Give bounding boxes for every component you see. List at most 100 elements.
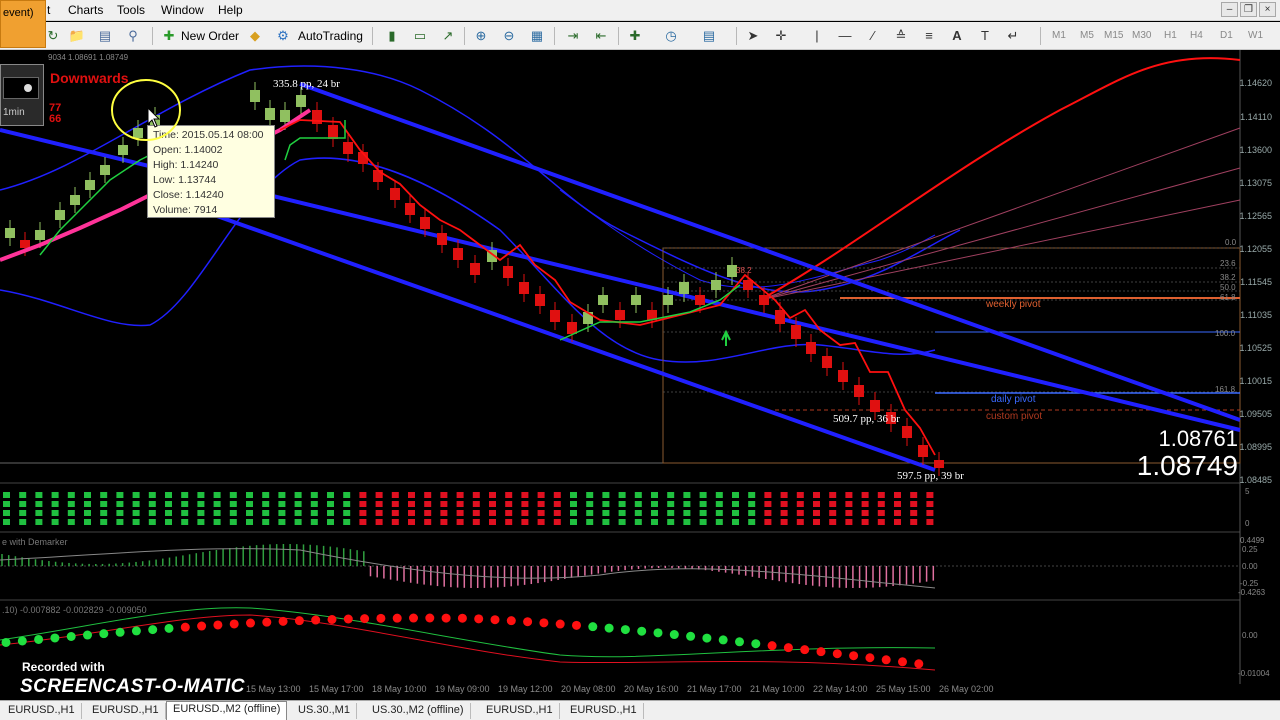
candle (328, 125, 338, 139)
signal-block (213, 510, 221, 516)
candle (918, 445, 928, 457)
bar-chart-icon[interactable]: ▮ (383, 27, 401, 45)
signal-dot (474, 614, 484, 624)
signal-dot (718, 635, 728, 645)
signal-block (521, 492, 529, 498)
magnifier-icon[interactable]: ⚲ (124, 27, 142, 45)
time-tick: 21 May 17:00 (687, 684, 742, 694)
signal-block (359, 492, 367, 498)
candle (806, 342, 816, 354)
signal-block (602, 492, 610, 498)
candlestick-icon[interactable]: ▭ (411, 27, 429, 45)
recorder-panel[interactable]: 1min (0, 64, 44, 126)
text-icon[interactable]: A (948, 27, 966, 45)
tab-eurusd-h1[interactable]: EURUSD.,H1 (480, 703, 560, 719)
vertical-line-icon[interactable]: | (808, 27, 826, 45)
signal-block (51, 519, 59, 525)
timeframe-h4[interactable]: H4 (1190, 30, 1203, 41)
new-order-button[interactable]: New Order (181, 29, 239, 43)
signal-block (116, 492, 124, 498)
signal-block (408, 510, 415, 516)
signal-block (440, 519, 448, 525)
event-panel-text: event) (3, 7, 34, 19)
periods-icon[interactable]: ◷ (662, 27, 680, 45)
cursor-icon[interactable]: ➤ (744, 27, 762, 45)
line-chart-icon[interactable]: ↗ (439, 27, 457, 45)
event-panel[interactable]: event) (0, 0, 46, 48)
metaeditor-icon[interactable]: ◆ (246, 27, 264, 45)
signal-block (197, 492, 205, 498)
menu-item-tools[interactable]: Tools (117, 3, 145, 17)
up-arrow-icon (721, 329, 731, 346)
arrows-icon[interactable]: ↵ (1004, 27, 1022, 45)
horizontal-line-icon[interactable]: — (836, 27, 854, 45)
signal-block (861, 519, 869, 525)
close-icon[interactable]: × (1259, 2, 1276, 17)
restore-icon[interactable]: ❐ (1240, 2, 1257, 17)
signal-block (359, 501, 367, 507)
signal-block (910, 492, 918, 498)
candle (870, 400, 880, 412)
candle (854, 385, 864, 397)
signal-dot (148, 625, 158, 635)
zoom-in-icon[interactable]: ⊕ (472, 27, 490, 45)
timeframe-h1[interactable]: H1 (1164, 30, 1177, 41)
signal-block (796, 519, 804, 525)
indicators-icon[interactable]: ✚ (626, 27, 644, 45)
trendline-icon[interactable]: ∕ (864, 27, 882, 45)
chart-shift-icon[interactable]: ⇥ (564, 27, 582, 45)
signal-block (489, 519, 496, 525)
tab-eurusd-m2-offline[interactable]: EURUSD.,M2 (offline) (166, 701, 288, 720)
timeframe-m5[interactable]: M5 (1080, 30, 1094, 41)
tile-windows-icon[interactable]: ▦ (528, 27, 546, 45)
zoom-out-icon[interactable]: ⊖ (500, 27, 518, 45)
timeframe-d1[interactable]: D1 (1220, 30, 1233, 41)
properties-icon[interactable]: ▤ (96, 27, 114, 45)
signal-block (310, 510, 318, 516)
timeframe-m15[interactable]: M15 (1104, 30, 1123, 41)
timeframe-m1[interactable]: M1 (1052, 30, 1066, 41)
signal-block (132, 510, 140, 516)
osc3-title: .10) -0.007882 -0.002829 -0.009050 (2, 605, 147, 615)
signal-block (634, 519, 642, 525)
signal-block (926, 510, 934, 516)
tab-us30-m2-offline[interactable]: US.30.,M2 (offline) (366, 703, 471, 719)
autoscroll-icon[interactable]: ⇤ (592, 27, 610, 45)
text-label-icon[interactable]: T (976, 27, 994, 45)
menu-item-file[interactable]: t (47, 3, 50, 17)
signal-block (634, 501, 642, 507)
menu-item-charts[interactable]: Charts (68, 3, 103, 17)
timeframe-w1[interactable]: W1 (1248, 30, 1263, 41)
menu-item-help[interactable]: Help (218, 3, 243, 17)
timeframe-m30[interactable]: M30 (1132, 30, 1151, 41)
signal-block (67, 492, 75, 498)
signal-block (732, 501, 739, 507)
candle (405, 203, 415, 215)
templates-icon[interactable]: ▤ (700, 27, 718, 45)
signal-dot (83, 630, 92, 640)
fibonacci-icon[interactable]: ≡ (920, 27, 938, 45)
signal-dot (66, 631, 76, 641)
time-tick: 15 May 17:00 (309, 684, 364, 694)
minimize-icon[interactable]: – (1221, 2, 1238, 17)
candle (631, 295, 641, 305)
equidistant-channel-icon[interactable]: ≙ (892, 27, 910, 45)
signal-dot (441, 613, 451, 623)
new-order-icon[interactable]: ✚ (160, 27, 178, 45)
fib-level-1000: 100.0 (1215, 329, 1236, 338)
tab-eurusd-h1[interactable]: EURUSD.,H1 (2, 703, 82, 719)
tab-eurusd-h1[interactable]: EURUSD.,H1 (564, 703, 644, 719)
menu-item-window[interactable]: Window (161, 3, 204, 17)
tab-us30-m1[interactable]: US.30.,M1 (292, 703, 357, 719)
refresh-icon[interactable]: ↻ (44, 27, 62, 45)
signal-block (440, 501, 448, 507)
candle (902, 426, 912, 438)
signal-block (845, 510, 853, 516)
crosshair-icon[interactable]: ✛ (772, 27, 790, 45)
autotrading-button[interactable]: AutoTrading (298, 29, 363, 43)
signal-block (764, 501, 772, 507)
autotrading-icon[interactable]: ⚙ (274, 27, 292, 45)
folder-icon[interactable]: 📁 (68, 27, 86, 45)
tab-eurusd-h1[interactable]: EURUSD.,H1 (86, 703, 166, 719)
signal-block (440, 492, 448, 498)
